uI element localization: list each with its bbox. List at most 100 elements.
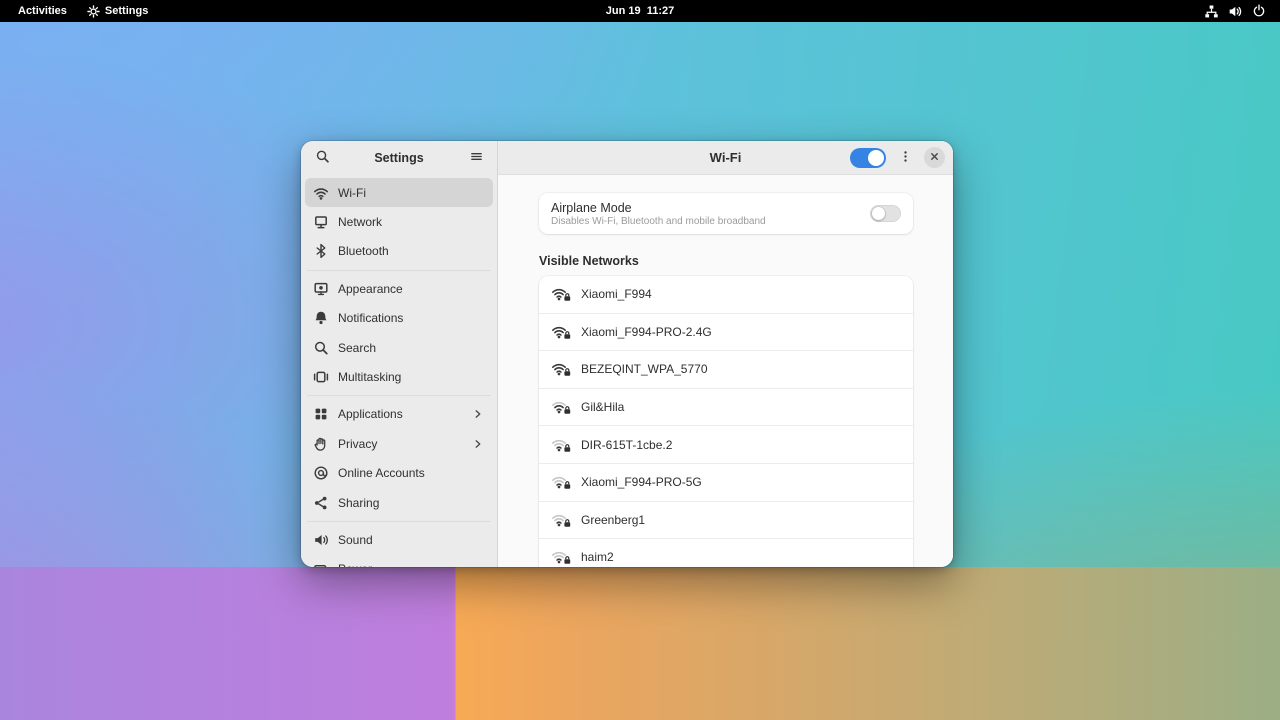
sidebar-item-label: Power	[338, 562, 485, 567]
visible-networks-list: Xiaomi_F994 Xiaomi_F994-PRO-2.4G BEZEQIN…	[539, 276, 913, 567]
network-row-xiaomi-f994-pro-2-4g[interactable]: Xiaomi_F994-PRO-2.4G	[539, 313, 913, 351]
applications-icon	[313, 406, 329, 422]
sidebar-item-label: Appearance	[338, 282, 485, 296]
sidebar-item-label: Search	[338, 341, 485, 355]
airplane-mode-title: Airplane Mode	[551, 201, 870, 215]
network-ssid: Xiaomi_F994-PRO-2.4G	[581, 325, 712, 339]
close-window-button[interactable]	[924, 147, 945, 168]
search-button[interactable]	[309, 146, 335, 170]
sidebar-item-label: Sharing	[338, 496, 485, 510]
network-ssid: Gil&Hila	[581, 400, 624, 414]
network-row-haim2[interactable]: haim2	[539, 538, 913, 567]
sidebar-item-label: Multitasking	[338, 370, 485, 384]
primary-menu-button[interactable]	[463, 146, 489, 170]
network-row-xiaomi-f994[interactable]: Xiaomi_F994	[539, 276, 913, 313]
wifi-content: Airplane Mode Disables Wi-Fi, Bluetooth …	[498, 175, 953, 567]
wifi-toggle[interactable]	[850, 148, 886, 168]
network-row-greenberg1[interactable]: Greenberg1	[539, 501, 913, 539]
more-options-button[interactable]	[895, 146, 915, 170]
sidebar-item-sound[interactable]: Sound	[305, 525, 493, 554]
airplane-mode-row: Airplane Mode Disables Wi-Fi, Bluetooth …	[539, 193, 913, 234]
main-headerbar: Wi-Fi	[498, 141, 953, 175]
wallpaper-bottom-band	[0, 567, 1280, 720]
sidebar-item-applications[interactable]: Applications	[305, 400, 493, 429]
gear-icon	[87, 5, 100, 18]
sidebar-item-label: Sound	[338, 533, 485, 547]
sidebar-item-sharing[interactable]: Sharing	[305, 488, 493, 517]
sharing-icon	[313, 495, 329, 511]
volume-icon	[1228, 4, 1243, 19]
multitasking-icon	[313, 369, 329, 385]
sidebar-item-label: Notifications	[338, 311, 485, 325]
network-row-gil-hila[interactable]: Gil&Hila	[539, 388, 913, 426]
sidebar-title: Settings	[335, 151, 463, 165]
sidebar-item-label: Online Accounts	[338, 466, 485, 480]
wifi-signal-weak-lock-icon	[551, 549, 571, 565]
wifi-toggle-knob	[868, 150, 884, 166]
airplane-mode-toggle[interactable]	[870, 205, 901, 222]
app-menu-button[interactable]: Settings	[81, 0, 154, 22]
sidebar: Settings Wi-Fi Network Bluetooth Appearance…	[301, 141, 498, 567]
sidebar-separator	[307, 521, 491, 522]
sidebar-item-label: Privacy	[338, 437, 462, 451]
sidebar-item-label: Bluetooth	[338, 244, 485, 258]
wifi-signal-weak-lock-icon	[551, 437, 571, 453]
clock-button[interactable]: Jun 19 11:27	[600, 0, 681, 22]
network-icon	[313, 214, 329, 230]
sidebar-headerbar: Settings	[301, 141, 497, 174]
network-row-bezeqint-wpa-5770[interactable]: BEZEQINT_WPA_5770	[539, 350, 913, 388]
privacy-icon	[313, 436, 329, 452]
chevron-right-icon	[471, 437, 485, 451]
network-row-dir-615t-1cbe-2[interactable]: DIR-615T-1cbe.2	[539, 425, 913, 463]
network-ssid: Xiaomi_F994	[581, 287, 652, 301]
settings-window: Settings Wi-Fi Network Bluetooth Appearance…	[301, 141, 953, 567]
network-ssid: Xiaomi_F994-PRO-5G	[581, 475, 702, 489]
wifi-signal-medium-lock-icon	[551, 399, 571, 415]
visible-networks-heading: Visible Networks	[539, 254, 913, 268]
sidebar-item-online-accounts[interactable]: Online Accounts	[305, 459, 493, 488]
kebab-menu-icon	[898, 149, 913, 167]
wifi-signal-strong-lock-icon	[551, 361, 571, 377]
wifi-signal-strong-lock-icon	[551, 324, 571, 340]
airplane-mode-subtitle: Disables Wi-Fi, Bluetooth and mobile bro…	[551, 216, 870, 227]
search-icon	[315, 149, 330, 167]
sidebar-separator	[307, 270, 491, 271]
search-icon	[313, 340, 329, 356]
online-accounts-icon	[313, 465, 329, 481]
sidebar-item-power[interactable]: Power	[305, 555, 493, 567]
wifi-signal-strong-lock-icon	[551, 286, 571, 302]
sidebar-item-label: Network	[338, 215, 485, 229]
sidebar-item-appearance[interactable]: Appearance	[305, 274, 493, 303]
close-icon	[927, 149, 942, 167]
sidebar-item-notifications[interactable]: Notifications	[305, 304, 493, 333]
sidebar-list: Wi-Fi Network Bluetooth Appearance Notificat…	[301, 174, 497, 567]
chevron-right-icon	[471, 407, 485, 421]
network-ssid: BEZEQINT_WPA_5770	[581, 362, 708, 376]
sidebar-separator	[307, 395, 491, 396]
wifi-signal-weak-lock-icon	[551, 512, 571, 528]
network-ssid: DIR-615T-1cbe.2	[581, 438, 672, 452]
sidebar-item-wi-fi[interactable]: Wi-Fi	[305, 178, 493, 207]
network-ssid: haim2	[581, 550, 614, 564]
wifi-icon	[313, 185, 329, 201]
top-bar: Activities Settings Jun 19 11:27	[0, 0, 1280, 22]
sidebar-item-network[interactable]: Network	[305, 207, 493, 236]
wifi-signal-weak-lock-icon	[551, 474, 571, 490]
hamburger-menu-icon	[469, 149, 484, 167]
sidebar-item-bluetooth[interactable]: Bluetooth	[305, 237, 493, 266]
power-icon	[313, 561, 329, 567]
network-row-xiaomi-f994-pro-5g[interactable]: Xiaomi_F994-PRO-5G	[539, 463, 913, 501]
sidebar-item-search[interactable]: Search	[305, 333, 493, 362]
sidebar-item-label: Applications	[338, 407, 462, 421]
network-ssid: Greenberg1	[581, 513, 645, 527]
sidebar-item-multitasking[interactable]: Multitasking	[305, 362, 493, 391]
app-menu-label: Settings	[105, 5, 148, 17]
appearance-icon	[313, 281, 329, 297]
activities-button[interactable]: Activities	[12, 0, 73, 22]
power-icon	[1252, 4, 1266, 18]
sound-icon	[313, 532, 329, 548]
sidebar-item-label: Wi-Fi	[338, 186, 485, 200]
notifications-icon	[313, 310, 329, 326]
sidebar-item-privacy[interactable]: Privacy	[305, 429, 493, 458]
system-tray-button[interactable]	[1198, 0, 1272, 22]
